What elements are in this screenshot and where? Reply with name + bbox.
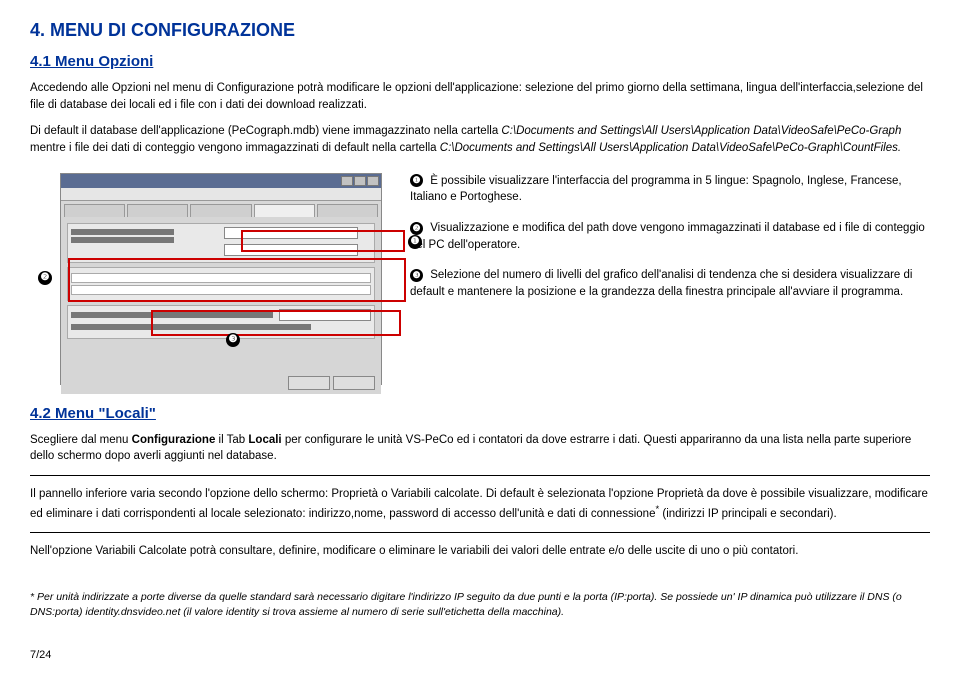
close-icon: [367, 176, 379, 186]
maximize-icon: [354, 176, 366, 186]
bullet-1-icon: ❶: [410, 174, 423, 187]
p42-1a: Scegliere dal menu: [30, 434, 132, 446]
ss-button-row: [288, 376, 375, 390]
ss-menubar: [61, 188, 381, 201]
para-42-3: Nell'opzione Variabili Calcolate potrà c…: [30, 543, 930, 560]
ss-tabrow: [61, 201, 381, 217]
two-column-row: ❶ ❷ ❸ ❶ È possibile visualizzare l'inter…: [30, 173, 930, 385]
redbox-2: [68, 258, 406, 302]
p42-1b: Configurazione: [132, 434, 216, 446]
ss-tab: [64, 204, 125, 217]
minimize-icon: [341, 176, 353, 186]
p2-path2: C:\Documents and Settings\All Users\Appl…: [440, 142, 901, 154]
p42-1c: il Tab: [215, 434, 248, 446]
ss-cancel-button: [333, 376, 375, 390]
divider: [30, 532, 930, 533]
footnote-text: Per unità indirizzate a porte diverse da…: [30, 591, 902, 618]
p42-1d: Locali: [248, 434, 281, 446]
sub-41-title: 4.1 Menu Opzioni: [30, 53, 930, 70]
divider: [30, 475, 930, 476]
screenshot-column: ❶ ❷ ❸: [30, 173, 390, 385]
p2-path1: C:\Documents and Settings\All Users\Appl…: [501, 125, 901, 137]
callout-3: ❸: [226, 333, 240, 347]
redbox-1: [241, 230, 405, 252]
ss-tab: [317, 204, 378, 217]
p42-2b: (indirizzi IP principali e secondari).: [659, 508, 836, 520]
para-42-2: Il pannello inferiore varia secondo l'op…: [30, 486, 930, 522]
ss-tab: [190, 204, 251, 217]
feature-3: ❸ Selezione del numero di livelli del gr…: [410, 267, 930, 300]
ss-tab-selected: [254, 204, 315, 217]
ss-titlebar: [61, 174, 381, 188]
feature-2: ❷ Visualizzazione e modifica del path do…: [410, 220, 930, 253]
feature-1: ❶ È possibile visualizzare l'interfaccia…: [410, 173, 930, 206]
redbox-3: [151, 310, 401, 336]
ss-ok-button: [288, 376, 330, 390]
feature-1-text: È possibile visualizzare l'interfaccia d…: [410, 175, 902, 204]
sub-42-title: 4.2 Menu "Locali": [30, 405, 930, 422]
feature-3-text: Selezione del numero di livelli del graf…: [410, 269, 912, 298]
footnote: * Per unità indirizzate a porte diverse …: [30, 590, 930, 619]
ss-tab: [127, 204, 188, 217]
section-title: 4. MENU DI CONFIGURAZIONE: [30, 20, 930, 41]
para-41-paths: Di default il database dell'applicazione…: [30, 123, 930, 156]
callout-2: ❷: [38, 271, 52, 285]
p2-a: Di default il database dell'applicazione…: [30, 125, 501, 137]
page-number: 7/24: [30, 649, 930, 661]
bullet-2-icon: ❷: [410, 222, 423, 235]
p2-b: mentre i file dei dati di conteggio veng…: [30, 142, 440, 154]
para-42-1: Scegliere dal menu Configurazione il Tab…: [30, 432, 930, 465]
options-screenshot: [60, 173, 382, 385]
feature-2-text: Visualizzazione e modifica del path dove…: [410, 222, 925, 251]
callout-1: ❶: [408, 235, 422, 249]
para-41-intro: Accedendo alle Opzioni nel menu di Confi…: [30, 80, 930, 113]
bullet-3-icon: ❸: [410, 269, 423, 282]
feature-list: ❶ È possibile visualizzare l'interfaccia…: [410, 173, 930, 385]
